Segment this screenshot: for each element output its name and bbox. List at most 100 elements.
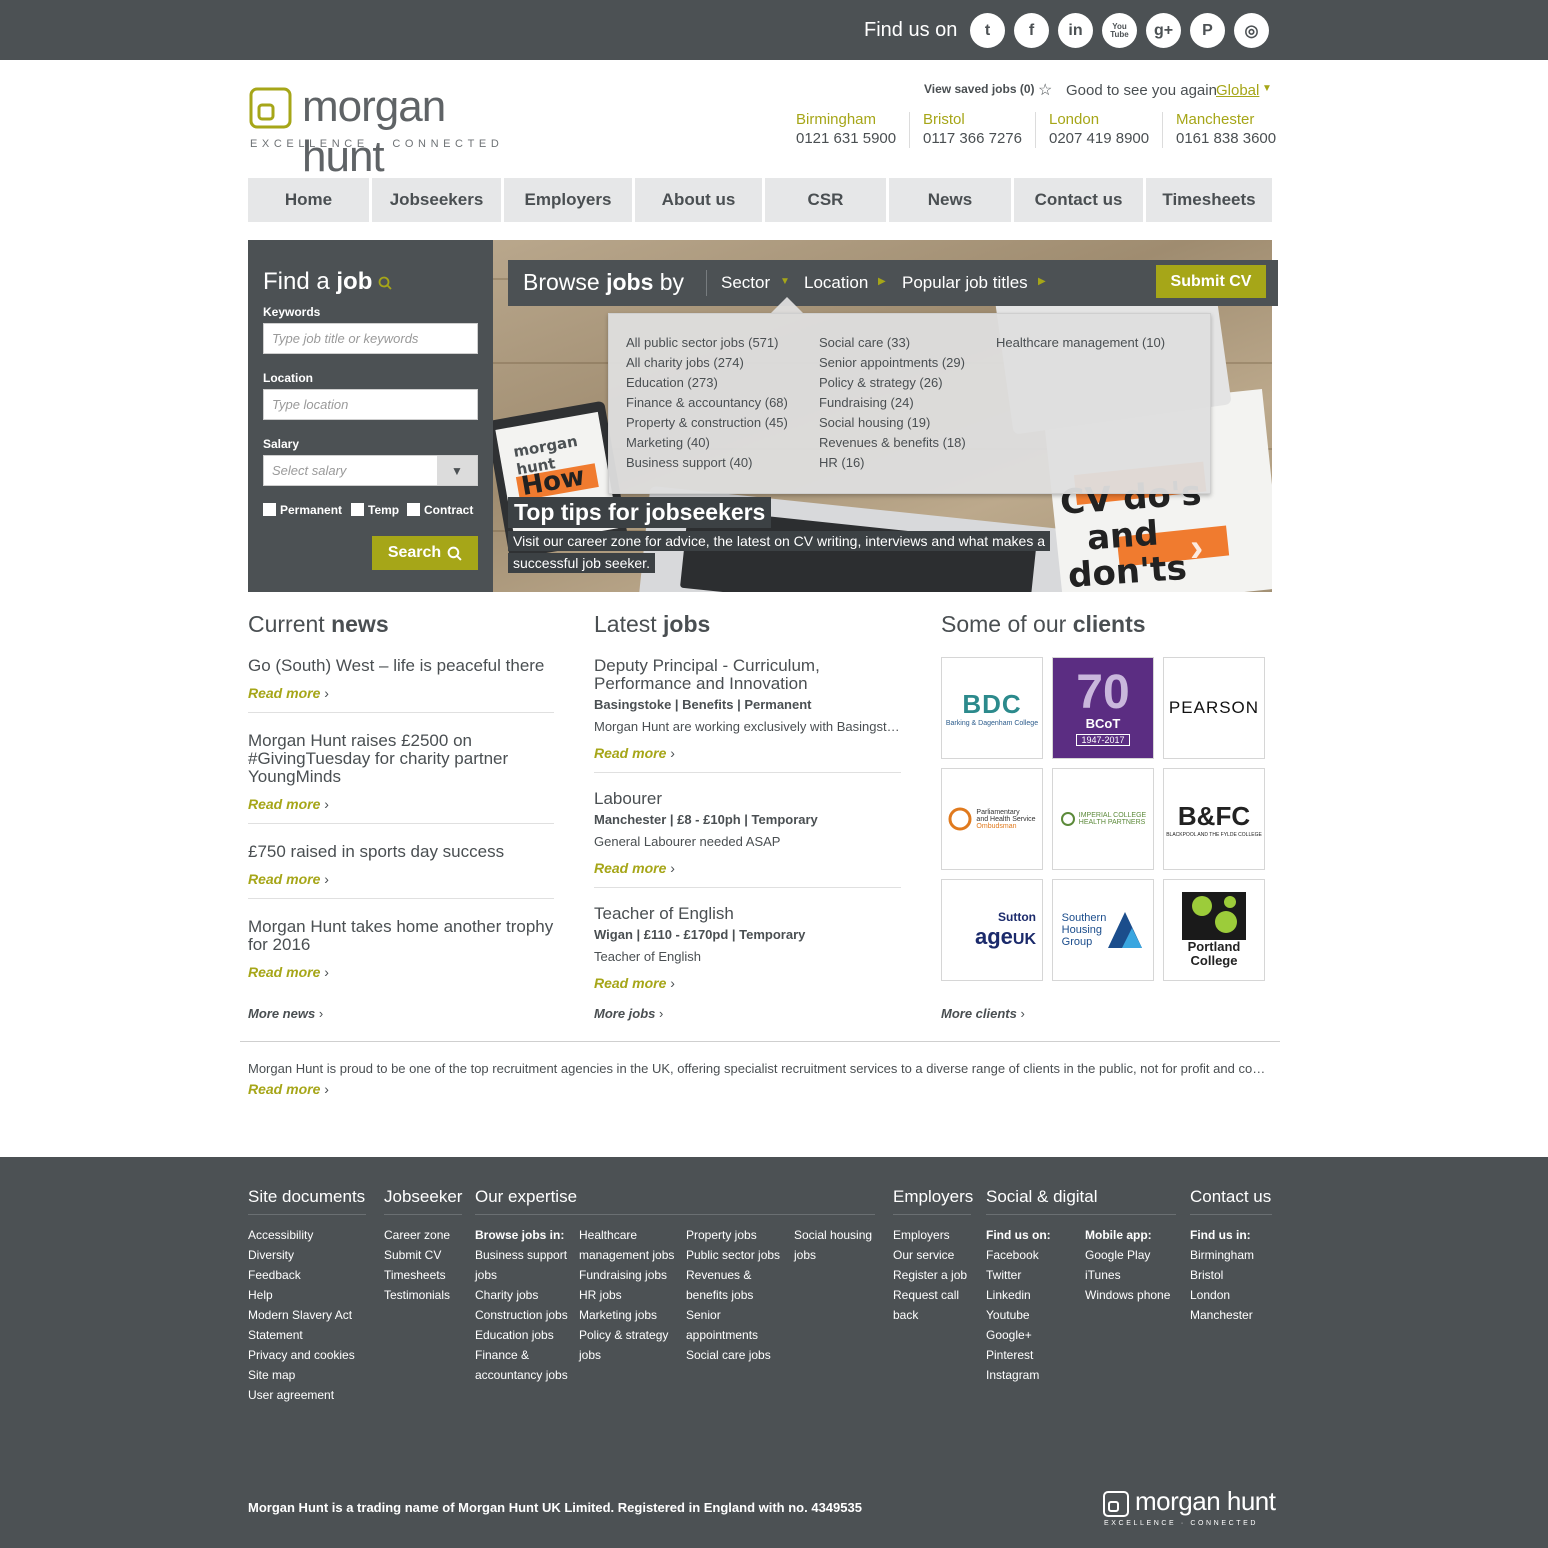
client-logo-imperial[interactable]: IMPERIAL COLLEGE HEALTH PARTNERS bbox=[1052, 768, 1154, 870]
sector-link[interactable]: Marketing (40) bbox=[626, 433, 788, 453]
nav-home[interactable]: Home bbox=[248, 178, 369, 222]
footer-link[interactable]: Finance & bbox=[475, 1345, 568, 1365]
user-menu-link[interactable]: Global bbox=[1216, 82, 1259, 99]
sector-link[interactable]: Social housing (19) bbox=[819, 413, 966, 433]
salary-select[interactable]: Select salary ▼ bbox=[263, 455, 478, 486]
sector-link[interactable]: Senior appointments (29) bbox=[819, 353, 966, 373]
nav-csr[interactable]: CSR bbox=[765, 178, 886, 222]
footer-link[interactable]: Manchester bbox=[1190, 1305, 1254, 1325]
footer-link[interactable]: Social care jobs bbox=[686, 1345, 780, 1365]
footer-link[interactable]: Policy & strategy bbox=[579, 1325, 674, 1345]
footer-link[interactable]: Statement bbox=[248, 1325, 355, 1345]
read-more-link[interactable]: Read more › bbox=[248, 871, 329, 887]
nav-about-us[interactable]: About us bbox=[635, 178, 762, 222]
footer-link[interactable]: Bristol bbox=[1190, 1265, 1254, 1285]
sector-link[interactable]: All charity jobs (274) bbox=[626, 353, 788, 373]
footer-link[interactable]: Business support bbox=[475, 1245, 568, 1265]
sector-link[interactable]: Finance & accountancy (68) bbox=[626, 393, 788, 413]
footer-link[interactable]: London bbox=[1190, 1285, 1254, 1305]
google-plus-icon[interactable]: g+ bbox=[1146, 13, 1181, 48]
footer-link[interactable]: appointments bbox=[686, 1325, 780, 1345]
footer-link[interactable]: Google Play bbox=[1085, 1245, 1170, 1265]
footer-link[interactable]: back bbox=[893, 1305, 967, 1325]
read-more-link[interactable]: Read more › bbox=[594, 745, 675, 761]
footer-link[interactable]: Construction jobs bbox=[475, 1305, 568, 1325]
footer-link[interactable]: jobs bbox=[579, 1345, 674, 1365]
footer-link[interactable]: Timesheets bbox=[384, 1265, 450, 1285]
footer-link[interactable]: Privacy and cookies bbox=[248, 1345, 355, 1365]
office-phone[interactable]: 0121 631 5900 bbox=[796, 129, 896, 149]
footer-link[interactable]: Facebook bbox=[986, 1245, 1051, 1265]
footer-link[interactable]: Property jobs bbox=[686, 1225, 780, 1245]
footer-link[interactable]: Revenues & bbox=[686, 1265, 780, 1285]
footer-link[interactable]: Our service bbox=[893, 1245, 967, 1265]
caret-right-icon[interactable]: ▶ bbox=[878, 276, 886, 287]
footer-link[interactable]: HR jobs bbox=[579, 1285, 674, 1305]
read-more-link[interactable]: Read more › bbox=[248, 1081, 329, 1097]
footer-link[interactable]: jobs bbox=[794, 1245, 872, 1265]
footer-link[interactable]: Youtube bbox=[986, 1305, 1051, 1325]
client-logo-phso[interactable]: Parliamentary and Health Service Ombudsm… bbox=[941, 768, 1043, 870]
view-saved-jobs-link[interactable]: View saved jobs (0) bbox=[924, 82, 1035, 96]
submit-cv-button[interactable]: Submit CV bbox=[1156, 265, 1266, 298]
nav-jobseekers[interactable]: Jobseekers bbox=[372, 178, 501, 222]
footer-link[interactable]: Accessibility bbox=[248, 1225, 355, 1245]
footer-link[interactable]: Charity jobs bbox=[475, 1285, 568, 1305]
client-logo-bfc[interactable]: B&FC BLACKPOOL AND THE FYLDE COLLEGE bbox=[1163, 768, 1265, 870]
news-item-title[interactable]: Go (South) West – life is peaceful there bbox=[248, 657, 554, 675]
caret-right-icon[interactable]: ▶ bbox=[1038, 276, 1046, 287]
contract-checkbox[interactable] bbox=[407, 503, 420, 516]
news-item-title[interactable]: £750 raised in sports day success bbox=[248, 843, 554, 861]
footer-link[interactable]: Testimonials bbox=[384, 1285, 450, 1305]
news-item-title[interactable]: Morgan Hunt raises £2500 on #GivingTuesd… bbox=[248, 732, 554, 786]
pinterest-icon[interactable]: P bbox=[1190, 13, 1225, 48]
nav-timesheets[interactable]: Timesheets bbox=[1146, 178, 1272, 222]
more-news-link[interactable]: More news › bbox=[248, 1006, 323, 1021]
footer-link[interactable]: Feedback bbox=[248, 1265, 355, 1285]
nav-employers[interactable]: Employers bbox=[504, 178, 632, 222]
office-phone[interactable]: 0161 838 3600 bbox=[1176, 129, 1276, 149]
sector-link[interactable]: Healthcare management (10) bbox=[996, 333, 1165, 353]
youtube-icon[interactable]: You Tube bbox=[1102, 13, 1137, 48]
footer-link[interactable]: Modern Slavery Act bbox=[248, 1305, 355, 1325]
read-more-link[interactable]: Read more › bbox=[594, 860, 675, 876]
facebook-icon[interactable]: f bbox=[1014, 13, 1049, 48]
client-logo-southern-housing[interactable]: Southern Housing Group bbox=[1052, 879, 1154, 981]
linkedin-icon[interactable]: in bbox=[1058, 13, 1093, 48]
hero-title[interactable]: Top tips for jobseekers bbox=[508, 497, 772, 528]
job-title[interactable]: Labourer bbox=[594, 790, 904, 808]
sector-link[interactable]: Social care (33) bbox=[819, 333, 966, 353]
footer-link[interactable]: Marketing jobs bbox=[579, 1305, 674, 1325]
instagram-icon[interactable]: ◎ bbox=[1234, 13, 1269, 48]
browse-sector-tab[interactable]: Sector bbox=[721, 273, 770, 293]
slider-next-icon[interactable]: › bbox=[1190, 526, 1203, 571]
search-button[interactable]: Search bbox=[372, 536, 478, 570]
location-input[interactable]: Type location bbox=[263, 389, 478, 420]
office-phone[interactable]: 0117 366 7276 bbox=[923, 129, 1022, 149]
client-logo-age-uk[interactable]: Sutton age UK bbox=[941, 879, 1043, 981]
footer-link[interactable]: Linkedin bbox=[986, 1285, 1051, 1305]
nav-contact-us[interactable]: Contact us bbox=[1014, 178, 1143, 222]
footer-link[interactable]: Public sector jobs bbox=[686, 1245, 780, 1265]
client-logo-bcot[interactable]: 70 BCoT 1947-2017 bbox=[1052, 657, 1154, 759]
more-clients-link[interactable]: More clients › bbox=[941, 1006, 1025, 1021]
more-jobs-link[interactable]: More jobs › bbox=[594, 1006, 663, 1021]
footer-link[interactable]: Twitter bbox=[986, 1265, 1051, 1285]
sector-link[interactable]: Fundraising (24) bbox=[819, 393, 966, 413]
news-item-title[interactable]: Morgan Hunt takes home another trophy fo… bbox=[248, 918, 554, 954]
sector-link[interactable]: HR (16) bbox=[819, 453, 966, 473]
footer-link[interactable]: Submit CV bbox=[384, 1245, 450, 1265]
sector-link[interactable]: Property & construction (45) bbox=[626, 413, 788, 433]
footer-link[interactable]: Employers bbox=[893, 1225, 967, 1245]
sector-link[interactable]: All public sector jobs (571) bbox=[626, 333, 788, 353]
footer-link[interactable]: Help bbox=[248, 1285, 355, 1305]
permanent-checkbox[interactable] bbox=[263, 503, 276, 516]
footer-link[interactable]: Google+ bbox=[986, 1325, 1051, 1345]
footer-link[interactable]: Career zone bbox=[384, 1225, 450, 1245]
browse-popular-tab[interactable]: Popular job titles bbox=[902, 273, 1028, 293]
footer-link[interactable]: accountancy jobs bbox=[475, 1365, 568, 1385]
job-title[interactable]: Teacher of English bbox=[594, 905, 904, 923]
read-more-link[interactable]: Read more › bbox=[248, 685, 329, 701]
caret-down-icon[interactable]: ▼ bbox=[780, 276, 790, 287]
client-logo-portland[interactable]: Portland College bbox=[1163, 879, 1265, 981]
